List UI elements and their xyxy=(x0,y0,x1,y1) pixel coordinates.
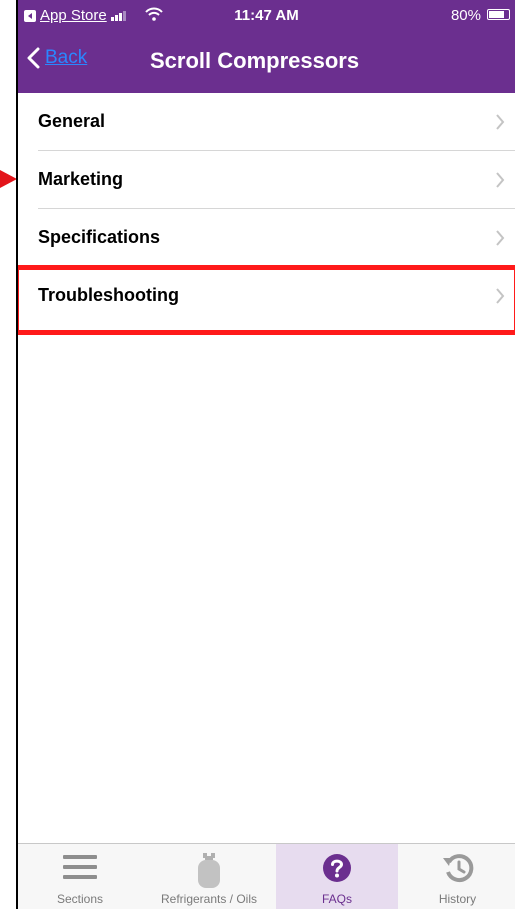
phone-screen: App Store 11:47 AM 80% Back Scroll Compr… xyxy=(16,0,515,909)
list-item-troubleshooting[interactable]: Troubleshooting xyxy=(38,267,515,325)
chevron-left-icon xyxy=(27,47,40,69)
list-item-label: General xyxy=(38,111,106,131)
battery-percent: 80% xyxy=(450,7,481,24)
list-item-marketing[interactable]: Marketing xyxy=(38,151,515,209)
back-button[interactable]: Back xyxy=(26,47,87,69)
tab-history[interactable]: History xyxy=(398,844,515,909)
status-bar: App Store 11:47 AM 80% xyxy=(18,0,515,33)
list-item-general[interactable]: General xyxy=(38,93,515,151)
tab-label: FAQs xyxy=(321,892,352,906)
history-clock-icon xyxy=(442,854,473,883)
list-item-label: Marketing xyxy=(38,169,124,189)
red-pointer-arrow xyxy=(0,170,17,188)
list-item-label: Troubleshooting xyxy=(38,285,179,305)
gas-cylinder-icon xyxy=(198,853,220,888)
tab-bar: Sections Refrigerants / Oils FAQs Histor… xyxy=(18,843,515,909)
chevron-right-icon xyxy=(496,288,505,304)
chevron-right-icon xyxy=(496,230,505,246)
menu-lines-icon xyxy=(63,855,97,879)
faq-category-list: General Marketing Specifications Trouble… xyxy=(18,93,515,325)
status-time: 11:47 AM xyxy=(234,7,299,24)
tab-sections[interactable]: Sections xyxy=(18,844,142,909)
tab-faqs[interactable]: FAQs xyxy=(276,844,398,909)
back-label: Back xyxy=(45,47,88,68)
chevron-right-icon xyxy=(496,114,505,130)
list-item-specifications[interactable]: Specifications xyxy=(38,209,515,267)
page-title: Scroll Compressors xyxy=(150,48,360,73)
tab-label: Sections xyxy=(56,892,104,906)
battery-icon xyxy=(487,9,510,20)
tab-refrigerants-oils[interactable]: Refrigerants / Oils xyxy=(142,844,276,909)
battery-fill xyxy=(489,11,505,18)
tab-label: History xyxy=(438,892,477,906)
top-bar: App Store 11:47 AM 80% Back Scroll Compr… xyxy=(18,0,515,93)
tab-label: Refrigerants / Oils xyxy=(160,892,258,906)
navigation-bar: Back Scroll Compressors xyxy=(18,33,515,93)
list-item-label: Specifications xyxy=(38,227,161,247)
chevron-right-icon xyxy=(496,172,505,188)
question-circle-icon xyxy=(323,854,351,882)
